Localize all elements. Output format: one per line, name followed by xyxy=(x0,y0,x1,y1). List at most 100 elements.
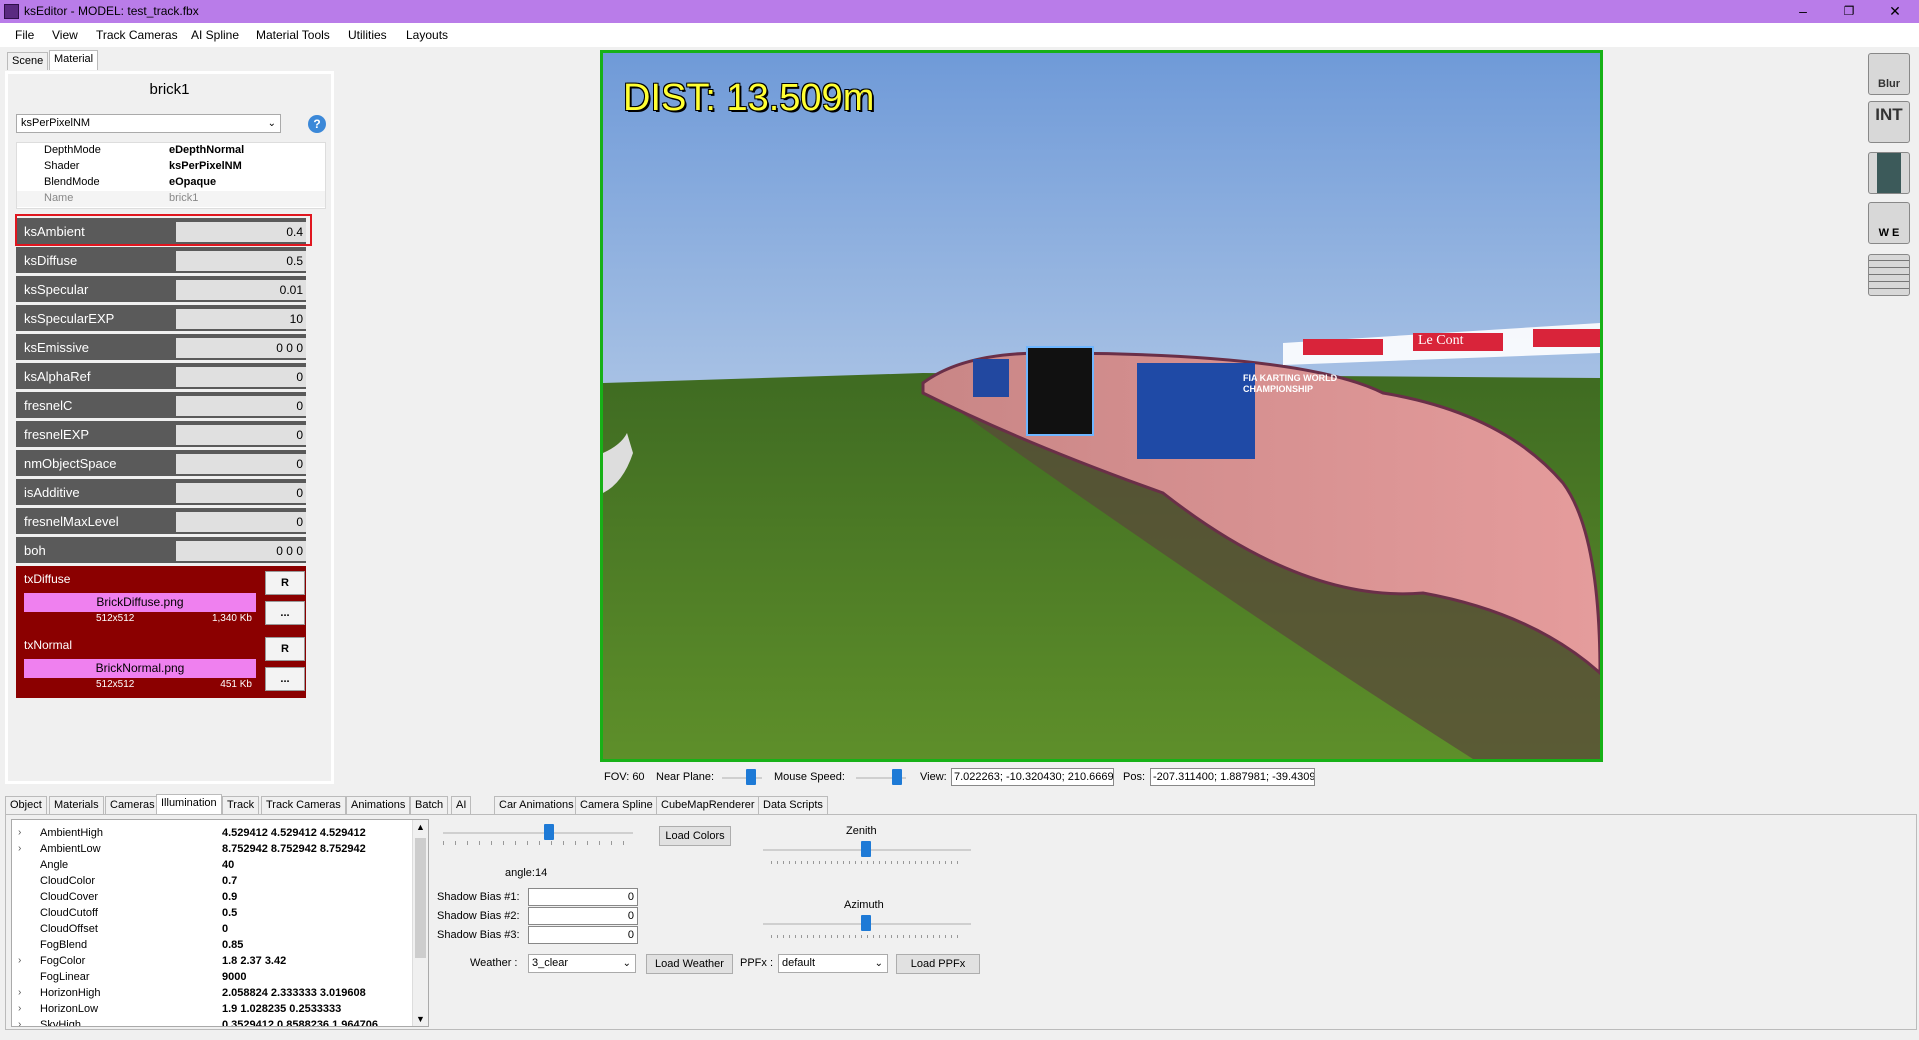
expand-icon[interactable]: › xyxy=(18,843,21,854)
list-item[interactable]: CloudCutoff 0.5 xyxy=(12,906,412,922)
tab-animations[interactable]: Animations xyxy=(346,796,411,814)
help-icon[interactable]: ? xyxy=(308,115,326,133)
property-value[interactable]: 0 xyxy=(176,425,306,445)
load-colors-button[interactable]: Load Colors xyxy=(659,826,731,846)
load-ppfx-button[interactable]: Load PPFx xyxy=(896,954,980,974)
expand-icon[interactable]: › xyxy=(18,1019,21,1026)
reload-texture-button[interactable]: R xyxy=(265,637,305,661)
scroll-thumb[interactable] xyxy=(415,838,426,958)
tab-materials[interactable]: Materials xyxy=(49,796,104,814)
close-button[interactable]: ✕ xyxy=(1872,0,1918,23)
grid-button[interactable] xyxy=(1868,254,1910,296)
expand-icon[interactable]: › xyxy=(18,987,21,998)
tab-material[interactable]: Material xyxy=(49,50,99,70)
list-item[interactable]: › FogColor 1.8 2.37 3.42 xyxy=(12,954,412,970)
menu-utilities[interactable]: Utilities xyxy=(348,28,387,42)
int-button[interactable]: INT xyxy=(1868,101,1910,143)
near-plane-slider[interactable] xyxy=(722,777,762,779)
property-value[interactable]: 0 xyxy=(176,483,306,503)
tab-batch[interactable]: Batch xyxy=(410,796,449,814)
menu-layouts[interactable]: Layouts xyxy=(406,28,448,42)
property-value[interactable]: 0.01 xyxy=(176,280,306,300)
near-plane-thumb[interactable] xyxy=(746,769,756,785)
azimuth-slider-thumb[interactable] xyxy=(861,915,871,931)
property-row-fresnelmaxlevel: fresnelMaxLevel 0 xyxy=(16,508,306,534)
tab-ai[interactable]: AI xyxy=(451,796,472,814)
mouse-speed-thumb[interactable] xyxy=(892,769,902,785)
property-value[interactable]: 0 xyxy=(176,367,306,387)
azimuth-label: Azimuth xyxy=(844,899,884,911)
list-item[interactable]: › SkyHigh 0.3529412 0.8588236 1.964706 xyxy=(12,1018,412,1026)
tab-cameras[interactable]: Cameras xyxy=(105,796,160,814)
minimize-button[interactable]: – xyxy=(1780,0,1826,23)
angle-slider[interactable] xyxy=(443,832,633,834)
list-key: FogBlend xyxy=(40,939,88,951)
load-weather-button[interactable]: Load Weather xyxy=(646,954,733,974)
property-value[interactable]: 0 0 0 xyxy=(176,541,306,561)
reload-texture-button[interactable]: R xyxy=(265,571,305,595)
chevron-up-icon[interactable]: ▲ xyxy=(416,822,425,832)
view-vector-field[interactable]: 7.022263; -10.320430; 210.66690 xyxy=(951,768,1114,786)
weather-dropdown[interactable]: 3_clear ⌄ xyxy=(528,954,636,973)
expand-icon[interactable]: › xyxy=(18,827,21,838)
texture-file-button[interactable]: BrickNormal.png xyxy=(24,659,256,678)
tab-object[interactable]: Object xyxy=(5,796,47,814)
shadow-bias-2-field[interactable]: 0 xyxy=(528,907,638,925)
list-item[interactable]: FogLinear 9000 xyxy=(12,970,412,986)
list-item[interactable]: FogBlend 0.85 xyxy=(12,938,412,954)
list-item[interactable]: Angle 40 xyxy=(12,858,412,874)
property-value[interactable]: 0.5 xyxy=(176,251,306,271)
tab-track-cameras[interactable]: Track Cameras xyxy=(261,796,346,814)
shader-dropdown[interactable]: ksPerPixelNM ⌄ xyxy=(16,114,281,133)
list-item[interactable]: CloudColor 0.7 xyxy=(12,874,412,890)
list-item[interactable]: › AmbientHigh 4.529412 4.529412 4.529412 xyxy=(12,826,412,842)
tab-illumination[interactable]: Illumination xyxy=(156,794,222,814)
ppfx-dropdown[interactable]: default ⌄ xyxy=(778,954,888,973)
list-item[interactable]: CloudCover 0.9 xyxy=(12,890,412,906)
shadow-bias-1-field[interactable]: 0 xyxy=(528,888,638,906)
expand-icon[interactable]: › xyxy=(18,1003,21,1014)
angle-slider-thumb[interactable] xyxy=(544,824,554,840)
window-title: ksEditor - MODEL: test_track.fbx xyxy=(24,4,199,18)
list-item[interactable]: › HorizonHigh 2.058824 2.333333 3.019608 xyxy=(12,986,412,1002)
zenith-slider-thumb[interactable] xyxy=(861,841,871,857)
property-value[interactable]: 10 xyxy=(176,309,306,329)
tab-track[interactable]: Track xyxy=(222,796,260,814)
tab-cubemaprenderer[interactable]: CubeMapRenderer xyxy=(656,796,760,814)
property-label: fresnelEXP xyxy=(24,427,90,442)
browse-texture-button[interactable]: ... xyxy=(265,601,305,625)
pos-label: Pos: xyxy=(1123,771,1146,783)
texture-file-button[interactable]: BrickDiffuse.png xyxy=(24,593,256,612)
property-label: fresnelC xyxy=(24,398,73,413)
we-button[interactable]: W E xyxy=(1868,202,1910,244)
chevron-down-icon: ⌄ xyxy=(874,958,883,969)
list-item[interactable]: › AmbientLow 8.752942 8.752942 8.752942 xyxy=(12,842,412,858)
texture-size: 451 Kb xyxy=(220,679,252,690)
menu-file[interactable]: File xyxy=(15,28,34,42)
blur-button[interactable]: Blur xyxy=(1868,53,1910,95)
3d-viewport[interactable]: DIST: 13.509m FIA KARTING WORLD CHAMPION… xyxy=(600,50,1603,762)
tab-data-scripts[interactable]: Data Scripts xyxy=(758,796,828,814)
expand-icon[interactable]: › xyxy=(18,955,21,966)
shadow-bias-3-field[interactable]: 0 xyxy=(528,926,638,944)
property-value[interactable]: 0 xyxy=(176,454,306,474)
menu-view[interactable]: View xyxy=(52,28,78,42)
menu-material-tools[interactable]: Material Tools xyxy=(256,28,330,42)
property-value[interactable]: 0 0 0 xyxy=(176,338,306,358)
list-item[interactable]: › HorizonLow 1.9 1.028235 0.2533333 xyxy=(12,1002,412,1018)
list-scrollbar[interactable]: ▲ ▼ xyxy=(412,820,428,1026)
menu-track-cameras[interactable]: Track Cameras xyxy=(96,28,178,42)
menu-bar: File View Track Cameras AI Spline Materi… xyxy=(0,23,1919,47)
list-item[interactable]: CloudOffset 0 xyxy=(12,922,412,938)
tab-camera-spline[interactable]: Camera Spline xyxy=(575,796,658,814)
property-value[interactable]: 0 xyxy=(176,396,306,416)
tyre-button[interactable] xyxy=(1868,152,1910,194)
tab-scene[interactable]: Scene xyxy=(7,52,49,70)
position-field[interactable]: -207.311400; 1.887981; -39.4309 xyxy=(1150,768,1315,786)
restore-button[interactable]: ❐ xyxy=(1826,0,1872,23)
property-value[interactable]: 0 xyxy=(176,512,306,532)
browse-texture-button[interactable]: ... xyxy=(265,667,305,691)
tab-car-animations[interactable]: Car Animations xyxy=(494,796,579,814)
chevron-down-icon[interactable]: ▼ xyxy=(416,1014,425,1024)
menu-ai-spline[interactable]: AI Spline xyxy=(191,28,239,42)
